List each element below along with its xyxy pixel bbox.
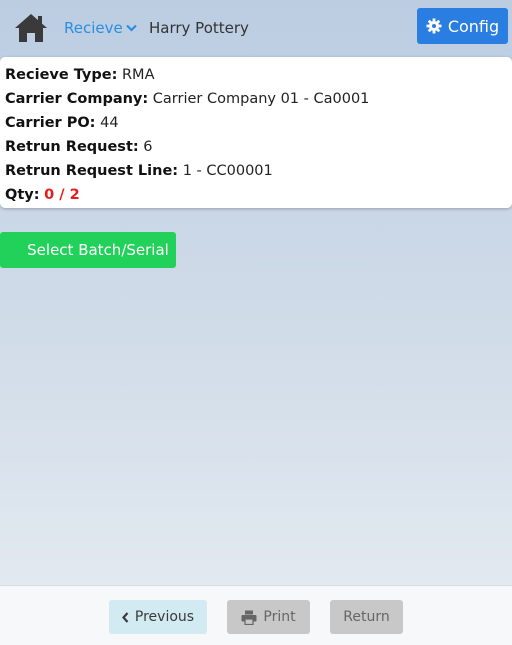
carrier-company-row: Carrier Company: Carrier Company 01 - Ca… — [5, 87, 507, 111]
return-request-row: Retrun Request: 6 — [5, 135, 507, 159]
printer-icon — [241, 610, 257, 625]
user-name: Harry Pottery — [149, 19, 249, 37]
receive-type-value: RMA — [121, 67, 155, 83]
receive-type-row: Recieve Type: RMA — [5, 63, 507, 87]
return-request-line-value: 1 - CC00001 — [182, 163, 273, 179]
return-button[interactable]: Return — [330, 600, 403, 634]
carrier-po-value: 44 — [100, 115, 119, 131]
config-button[interactable]: Config — [417, 8, 508, 44]
qty-row: Qty: 0 / 2 — [5, 183, 507, 207]
return-request-line-row: Retrun Request Line: 1 - CC00001 — [5, 159, 507, 183]
home-button[interactable] — [12, 10, 50, 46]
previous-button[interactable]: Previous — [109, 600, 207, 634]
return-request-value: 6 — [143, 139, 153, 155]
return-request-line-label: Retrun Request Line: — [5, 163, 179, 179]
carrier-company-label: Carrier Company: — [5, 91, 149, 107]
home-icon — [15, 14, 47, 42]
receive-info-card: Recieve Type: RMA Carrier Company: Carri… — [0, 57, 512, 208]
print-button[interactable]: Print — [227, 600, 310, 634]
qty-value: 0 / 2 — [44, 187, 80, 203]
receive-menu-dropdown[interactable]: Recieve — [64, 19, 137, 37]
select-batch-serial-button[interactable]: Select Batch/Serial — [0, 232, 176, 268]
chevron-left-icon — [121, 611, 129, 623]
receive-menu-label: Recieve — [64, 19, 123, 37]
chevron-down-icon — [125, 24, 137, 32]
qty-label: Qty: — [5, 187, 40, 203]
previous-label: Previous — [134, 609, 195, 625]
top-bar: Recieve Harry Pottery Config — [0, 0, 512, 56]
gear-icon — [426, 18, 442, 34]
config-label: Config — [447, 16, 500, 36]
footer-bar: Previous Print Return — [0, 585, 512, 645]
carrier-company-value: Carrier Company 01 - Ca0001 — [152, 91, 370, 107]
return-request-label: Retrun Request: — [5, 139, 139, 155]
carrier-po-row: Carrier PO: 44 — [5, 111, 507, 135]
return-label: Return — [343, 609, 390, 625]
receive-type-label: Recieve Type: — [5, 67, 118, 83]
carrier-po-label: Carrier PO: — [5, 115, 96, 131]
print-label: Print — [263, 609, 296, 625]
